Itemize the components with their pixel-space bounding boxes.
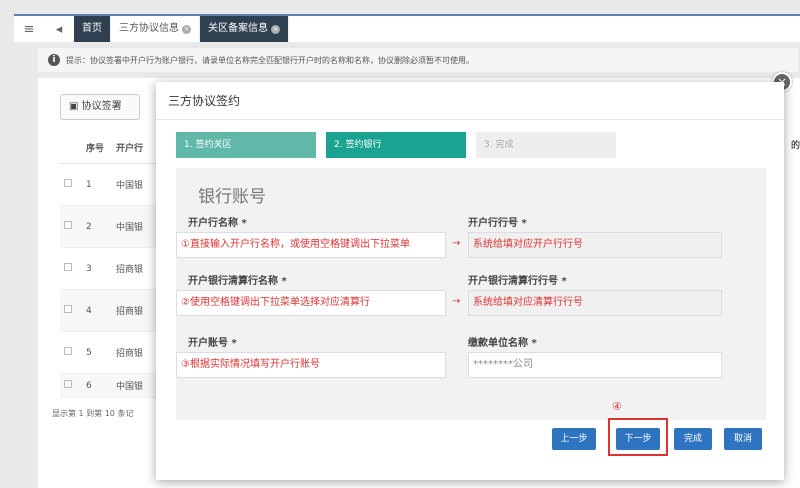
clearing-bank-name-label: 开户银行清算行名称 *	[188, 276, 287, 287]
header-bank: 开户行	[116, 144, 144, 154]
row-bank: 招商银	[116, 307, 144, 317]
step-complete: 3. 完成	[476, 132, 616, 158]
finish-button[interactable]: 完成	[674, 428, 712, 450]
hint-text: 提示：协议签署中开户行为账户银行，请录单位名称完全匹配银行开户时的名称和名称，协…	[66, 55, 474, 65]
sign-agreement-button[interactable]: ▣ 协议签署	[60, 94, 140, 120]
tab-agreement-info[interactable]: 三方协议信息 ×	[111, 16, 200, 42]
bank-name-input[interactable]: ①直接输入开户行名称，或使用空格键调出下拉菜单	[176, 232, 446, 258]
table-header-right: 的	[790, 141, 800, 151]
agreement-sign-dialog: 三方协议签约 1. 签约关区 2. 签约银行 3. 完成 银行账号 开户行名称 …	[156, 82, 784, 480]
tab-customs-record-label: 关区备案信息	[208, 23, 268, 34]
row-no: 1	[86, 179, 92, 190]
info-icon: i	[48, 54, 60, 66]
step-bank[interactable]: 2. 签约银行	[326, 132, 466, 158]
bank-name-label: 开户行名称 *	[188, 218, 247, 229]
menu-icon[interactable]: ≡	[14, 22, 44, 37]
payer-name-label: 缴款单位名称 *	[468, 338, 537, 349]
arrow-icon: →	[452, 296, 461, 307]
dialog-title: 三方协议签约	[156, 82, 784, 120]
row-checkbox[interactable]	[64, 305, 72, 313]
agreement-table: 序号 开户行 1 中国银 2 中国银 3 招商银 4 招商银 5 招商银 6 中国银	[60, 132, 160, 398]
tab-agreement-info-label: 三方协议信息	[119, 23, 179, 34]
payer-name-input[interactable]: ********公司	[468, 352, 722, 378]
row-checkbox[interactable]	[64, 179, 72, 187]
clearing-bank-code-label: 开户银行清算行行号 *	[468, 276, 567, 287]
table-row[interactable]: 6 中国银	[60, 374, 160, 398]
prev-button[interactable]: 上一步	[552, 428, 596, 450]
row-bank: 中国银	[116, 382, 144, 392]
wizard-steps: 1. 签约关区 2. 签约银行 3. 完成	[176, 132, 626, 158]
row-checkbox[interactable]	[64, 221, 72, 229]
hint-bar: i 提示：协议签署中开户行为账户银行，请录单位名称完全匹配银行开户时的名称和名称…	[38, 48, 798, 72]
tab-customs-record[interactable]: 关区备案信息 ×	[200, 16, 289, 42]
pagination-info: 显示第 1 到第 10 条记	[52, 409, 134, 418]
bank-code-input[interactable]: 系统给填对应开户行行号	[468, 232, 722, 258]
row-no: 4	[86, 305, 92, 316]
step-customs[interactable]: 1. 签约关区	[176, 132, 316, 158]
row-no: 5	[86, 347, 92, 358]
bank-code-label: 开户行行号 *	[468, 218, 527, 229]
account-number-label: 开户账号 *	[188, 338, 237, 349]
row-no: 3	[86, 263, 92, 274]
table-row[interactable]: 3 招商银	[60, 248, 160, 290]
clearing-bank-name-input[interactable]: ②使用空格键调出下拉菜单选择对应清算行	[176, 290, 446, 316]
sign-agreement-label: 协议签署	[81, 101, 122, 112]
tab-home[interactable]: 首页	[74, 16, 111, 42]
section-title: 银行账号	[198, 187, 266, 207]
row-bank: 招商银	[116, 265, 144, 275]
table-row[interactable]: 2 中国银	[60, 206, 160, 248]
top-tab-bar: ≡ ◂ 首页 三方协议信息 × 关区备案信息 ×	[14, 14, 800, 42]
table-row[interactable]: 4 招商银	[60, 290, 160, 332]
step-marker: ④	[612, 400, 622, 413]
table-header: 序号 开户行	[60, 132, 160, 164]
row-bank: 中国银	[116, 223, 144, 233]
back-icon[interactable]: ◂	[44, 22, 74, 37]
row-checkbox[interactable]	[64, 347, 72, 355]
row-checkbox[interactable]	[64, 380, 72, 388]
account-number-input[interactable]: ③根据实际情况填写开户行账号	[176, 352, 446, 378]
close-icon[interactable]: ×	[182, 25, 191, 34]
arrow-icon: →	[452, 238, 461, 249]
cancel-button[interactable]: 取消	[724, 428, 762, 450]
tab-home-label: 首页	[82, 23, 102, 34]
clearing-bank-code-input[interactable]: 系统给填对应清算行行号	[468, 290, 722, 316]
row-no: 2	[86, 221, 92, 232]
table-row[interactable]: 5 招商银	[60, 332, 160, 374]
header-no: 序号	[86, 144, 105, 154]
next-button[interactable]: 下一步	[616, 428, 660, 450]
row-checkbox[interactable]	[64, 263, 72, 271]
row-bank: 中国银	[116, 181, 144, 191]
table-row[interactable]: 1 中国银	[60, 164, 160, 206]
row-no: 6	[86, 380, 92, 391]
bank-account-form: 银行账号 开户行名称 * ①直接输入开户行名称，或使用空格键调出下拉菜单 → 开…	[176, 168, 766, 420]
close-icon[interactable]: ×	[271, 25, 280, 34]
row-bank: 招商银	[116, 349, 144, 359]
